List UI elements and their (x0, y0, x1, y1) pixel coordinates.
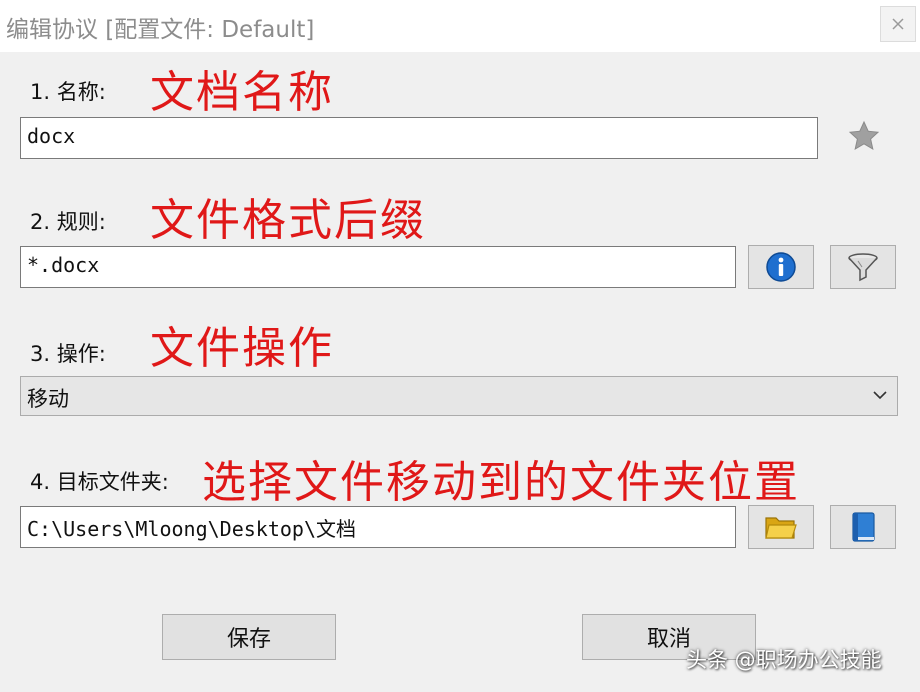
name-label: 1. 名称: (30, 80, 106, 104)
window-title: 编辑协议 [配置文件: Default] (6, 17, 315, 43)
info-icon (766, 252, 796, 282)
watermark-text: 头条 @职场办公技能 (686, 648, 882, 672)
target-label: 4. 目标文件夹: (30, 470, 169, 494)
folder-open-icon (765, 517, 797, 539)
rule-input[interactable]: *.docx (20, 246, 736, 288)
browse-folder-button[interactable] (748, 505, 814, 549)
book-icon (852, 512, 875, 542)
filter-button[interactable] (830, 245, 896, 289)
rule-label: 2. 规则: (30, 210, 106, 234)
close-button[interactable] (880, 6, 916, 42)
rule-annotation: 文件格式后缀 (150, 195, 426, 246)
action-select[interactable]: 移动 (20, 376, 898, 416)
filter-icon (848, 253, 878, 282)
star-icon (848, 120, 880, 151)
open-folder-button[interactable] (830, 505, 896, 549)
target-annotation: 选择文件移动到的文件夹位置 (202, 457, 800, 508)
action-label: 3. 操作: (30, 342, 106, 366)
info-button[interactable] (748, 245, 814, 289)
action-annotation: 文件操作 (150, 323, 334, 374)
title-bar: 编辑协议 [配置文件: Default] (0, 0, 920, 52)
name-annotation: 文档名称 (150, 67, 334, 118)
close-icon (892, 18, 904, 30)
save-button[interactable]: 保存 (162, 614, 336, 660)
favorite-button[interactable] (846, 116, 882, 156)
chevron-down-icon (873, 391, 887, 400)
target-folder-input[interactable]: C:\Users\Mloong\Desktop\文档 (20, 506, 736, 548)
name-input[interactable]: docx (20, 117, 818, 159)
action-selected-value: 移动 (27, 387, 69, 411)
